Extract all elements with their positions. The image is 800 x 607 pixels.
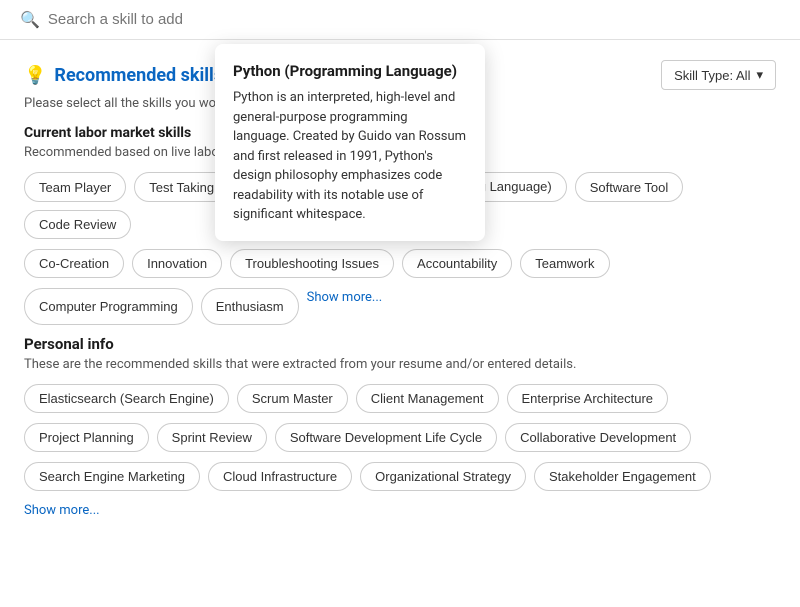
tag-enthusiasm[interactable]: Enthusiasm bbox=[201, 288, 299, 325]
personal-info-title: Personal info bbox=[24, 335, 776, 353]
tag-software-tool[interactable]: Software Tool bbox=[575, 172, 684, 202]
tag-code-review[interactable]: Code Review bbox=[24, 210, 131, 239]
tag-computer-programming[interactable]: Computer Programming bbox=[24, 288, 193, 325]
search-icon: 🔍 bbox=[20, 10, 40, 29]
tag-cloud-infrastructure[interactable]: Cloud Infrastructure bbox=[208, 462, 352, 491]
tag-organizational-strategy[interactable]: Organizational Strategy bbox=[360, 462, 526, 491]
tag-elasticsearch[interactable]: Elasticsearch (Search Engine) bbox=[24, 384, 229, 413]
tag-teamwork[interactable]: Teamwork bbox=[520, 249, 609, 278]
tag-client-management[interactable]: Client Management bbox=[356, 384, 499, 413]
tag-innovation[interactable]: Innovation bbox=[132, 249, 222, 278]
tag-accountability[interactable]: Accountability bbox=[402, 249, 512, 278]
tag-sem[interactable]: Search Engine Marketing bbox=[24, 462, 200, 491]
labor-market-tags-row-2: Co-Creation Innovation Troubleshooting I… bbox=[24, 249, 776, 278]
personal-info-tags-row-2: Project Planning Sprint Review Software … bbox=[24, 423, 776, 452]
popover-title: Python (Programming Language) bbox=[233, 62, 467, 80]
tag-scrum-master[interactable]: Scrum Master bbox=[237, 384, 348, 413]
tag-troubleshooting[interactable]: Troubleshooting Issues bbox=[230, 249, 394, 278]
tag-stakeholder-engagement[interactable]: Stakeholder Engagement bbox=[534, 462, 711, 491]
tag-collaborative-dev[interactable]: Collaborative Development bbox=[505, 423, 691, 452]
personal-info-desc: These are the recommended skills that we… bbox=[24, 357, 776, 372]
personal-info-section: Personal info These are the recommended … bbox=[24, 335, 776, 538]
tag-team-player[interactable]: Team Player bbox=[24, 172, 126, 202]
python-popover: Python (Programming Language) Python is … bbox=[215, 44, 485, 241]
personal-info-show-more[interactable]: Show more... bbox=[24, 503, 100, 518]
search-input[interactable] bbox=[48, 11, 348, 28]
labor-market-tags-row-3: Computer Programming Enthusiasm Show mor… bbox=[24, 288, 776, 325]
popover-body: Python is an interpreted, high-level and… bbox=[233, 88, 467, 225]
tag-enterprise-architecture[interactable]: Enterprise Architecture bbox=[507, 384, 669, 413]
personal-info-tags-row-1: Elasticsearch (Search Engine) Scrum Mast… bbox=[24, 384, 776, 413]
bulb-icon: 💡 bbox=[24, 65, 46, 86]
chevron-down-icon: ▾ bbox=[756, 67, 763, 83]
search-bar: 🔍 bbox=[0, 0, 800, 40]
labor-market-show-more[interactable]: Show more... bbox=[307, 290, 383, 305]
recommended-section-title: 💡 Recommended skills bbox=[24, 65, 223, 86]
tag-co-creation[interactable]: Co-Creation bbox=[24, 249, 124, 278]
skill-type-button[interactable]: Skill Type: All ▾ bbox=[661, 60, 776, 90]
tag-sdlc[interactable]: Software Development Life Cycle bbox=[275, 423, 497, 452]
personal-info-tags-row-3: Search Engine Marketing Cloud Infrastruc… bbox=[24, 462, 776, 491]
tag-sprint-review[interactable]: Sprint Review bbox=[157, 423, 267, 452]
tag-project-planning[interactable]: Project Planning bbox=[24, 423, 149, 452]
